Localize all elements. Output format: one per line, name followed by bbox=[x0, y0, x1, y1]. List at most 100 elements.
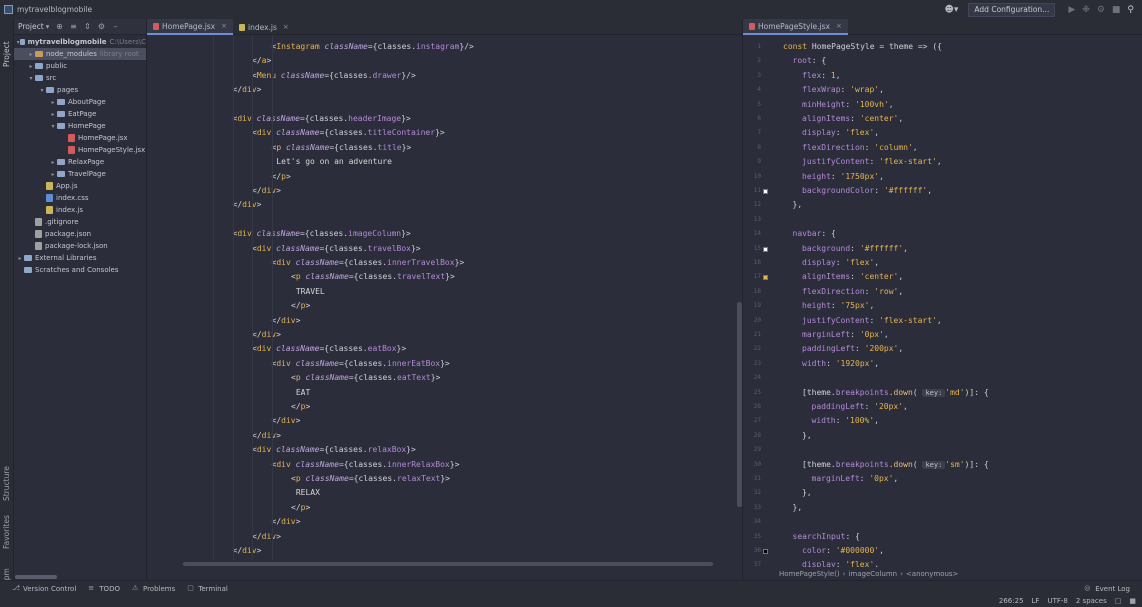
code-line[interactable]: </p> bbox=[291, 501, 310, 515]
code-line[interactable]: <div className={classes.innerRelaxBox}> bbox=[272, 458, 460, 472]
tree-item[interactable]: ▸ External Libraries bbox=[14, 252, 146, 264]
tree-item[interactable]: ▸ AboutPage bbox=[14, 96, 146, 108]
code-line[interactable]: height: '75px', bbox=[802, 299, 874, 313]
project-view-selector[interactable]: Project bbox=[18, 22, 44, 31]
problems-tab[interactable]: ⚠ Problems bbox=[132, 585, 175, 593]
code-line[interactable]: RELAX bbox=[291, 486, 320, 500]
editor-tab[interactable]: HomePage.jsx × bbox=[147, 19, 233, 35]
tree-item[interactable]: ▾ HomePage bbox=[14, 120, 146, 132]
code-line[interactable]: </a> bbox=[252, 54, 271, 68]
close-icon[interactable]: × bbox=[836, 22, 842, 30]
add-configuration-button[interactable]: Add Configuration... bbox=[968, 2, 1056, 17]
code-line[interactable]: <p className={classes.relaxText}> bbox=[291, 472, 450, 486]
tree-item[interactable]: index.css bbox=[14, 192, 146, 204]
hide-icon[interactable]: – bbox=[111, 22, 119, 31]
code-line[interactable]: </div> bbox=[252, 328, 281, 342]
code-line[interactable]: width: '100%', bbox=[812, 414, 879, 428]
coverage-icon[interactable]: ⚙ bbox=[1097, 5, 1105, 15]
code-line[interactable]: </div> bbox=[272, 515, 301, 529]
code-line[interactable]: paddingLeft: '200px', bbox=[802, 342, 903, 356]
code-line[interactable]: </div> bbox=[272, 314, 301, 328]
code-line[interactable]: flexDirection: 'column', bbox=[802, 141, 918, 155]
code-line[interactable]: alignItems: 'center', bbox=[802, 270, 903, 284]
code-line[interactable]: </div> bbox=[233, 198, 262, 212]
tree-item[interactable]: ▸ public bbox=[14, 60, 146, 72]
code-line[interactable]: <div className={classes.eatBox}> bbox=[252, 342, 406, 356]
code-line[interactable]: Let's go on an adventure bbox=[272, 155, 392, 169]
code-line[interactable]: }, bbox=[802, 429, 812, 443]
todo-tab[interactable]: ≡ TODO bbox=[88, 585, 120, 593]
memory-icon[interactable]: ■ bbox=[1129, 597, 1136, 605]
code-line[interactable]: <div className={classes.titleContainer}> bbox=[252, 126, 445, 140]
code-line[interactable]: </p> bbox=[291, 400, 310, 414]
code-line[interactable]: <div className={classes.innerTravelBox}> bbox=[272, 256, 465, 270]
breadcrumb-item[interactable]: HomePageStyle() bbox=[779, 570, 840, 578]
code-line[interactable]: </div> bbox=[233, 544, 262, 558]
code-line[interactable]: display: 'flex', bbox=[802, 256, 879, 270]
editor-tab[interactable]: index.js × bbox=[233, 19, 295, 35]
tree-item[interactable]: App.js bbox=[14, 180, 146, 192]
code-line[interactable]: minHeight: '100vh', bbox=[802, 98, 894, 112]
expand-arrow-icon[interactable]: ▸ bbox=[27, 63, 35, 70]
run-icon[interactable]: ▶ bbox=[1068, 5, 1075, 15]
code-line[interactable]: <p className={classes.travelText}> bbox=[291, 270, 455, 284]
tree-item[interactable]: Scratches and Consoles bbox=[14, 264, 146, 276]
left-editor-hscrollbar[interactable] bbox=[183, 562, 713, 566]
structure-tool-tab[interactable]: Structure bbox=[2, 466, 11, 501]
breadcrumb-item[interactable]: <anonymous> bbox=[906, 570, 959, 578]
code-line[interactable]: searchInput: { bbox=[793, 530, 860, 544]
code-line[interactable]: </p> bbox=[272, 170, 291, 184]
favorites-tool-tab[interactable]: Favorites bbox=[2, 515, 11, 549]
expand-icon[interactable]: ⇕ bbox=[83, 22, 91, 31]
code-line[interactable]: <Instagram className={classes.instagram}… bbox=[272, 40, 474, 54]
code-line[interactable]: background: '#ffffff', bbox=[802, 242, 908, 256]
tree-item[interactable]: ▸ EatPage bbox=[14, 108, 146, 120]
code-line[interactable]: <p className={classes.eatText}> bbox=[291, 371, 440, 385]
tree-item[interactable]: ▾ pages bbox=[14, 84, 146, 96]
tree-item[interactable]: ▸ TravelPage bbox=[14, 168, 146, 180]
code-area-left[interactable]: <Instagram className={classes.instagram}… bbox=[147, 35, 742, 580]
code-line[interactable]: EAT bbox=[291, 386, 310, 400]
code-line[interactable]: flexWrap: 'wrap', bbox=[802, 83, 884, 97]
expand-arrow-icon[interactable]: ▸ bbox=[27, 51, 35, 58]
code-line[interactable]: }, bbox=[793, 198, 803, 212]
expand-arrow-icon[interactable]: ▾ bbox=[27, 75, 35, 82]
code-area-right[interactable]: 1 const HomePageStyle = theme => ({2 root:… bbox=[743, 35, 1142, 580]
code-line[interactable]: navbar: { bbox=[793, 227, 836, 241]
expand-arrow-icon[interactable]: ▸ bbox=[49, 99, 57, 106]
caret-position[interactable]: 266:25 bbox=[999, 597, 1024, 605]
tree-item[interactable]: package.json bbox=[14, 228, 146, 240]
expand-arrow-icon[interactable]: ▸ bbox=[16, 255, 24, 262]
version-control-tab[interactable]: ⎇ Version Control bbox=[12, 585, 76, 593]
code-line[interactable]: const HomePageStyle = theme => ({ bbox=[783, 40, 942, 54]
close-icon[interactable]: × bbox=[283, 23, 289, 31]
locate-icon[interactable]: ⊕ bbox=[55, 22, 63, 31]
code-line[interactable]: }, bbox=[793, 501, 803, 515]
tree-item[interactable]: index.js bbox=[14, 204, 146, 216]
code-line[interactable]: height: '1750px', bbox=[802, 170, 884, 184]
code-line[interactable]: <p className={classes.title}> bbox=[272, 141, 412, 155]
close-icon[interactable]: × bbox=[221, 22, 227, 30]
code-line[interactable]: </p> bbox=[291, 299, 310, 313]
event-log-tab[interactable]: ◎ Event Log bbox=[1084, 585, 1130, 593]
code-line[interactable]: color: '#000000', bbox=[802, 544, 884, 558]
tree-item[interactable]: HomePageStyle.jsx bbox=[14, 144, 146, 156]
expand-arrow-icon[interactable]: ▾ bbox=[38, 87, 46, 94]
code-line[interactable]: flex: 1, bbox=[802, 69, 841, 83]
code-line[interactable]: alignItems: 'center', bbox=[802, 112, 903, 126]
code-line[interactable]: }, bbox=[802, 486, 812, 500]
expand-arrow-icon[interactable]: ▸ bbox=[49, 171, 57, 178]
code-line[interactable]: root: { bbox=[793, 54, 827, 68]
collapse-icon[interactable]: ≡ bbox=[69, 22, 77, 31]
code-line[interactable]: </div> bbox=[272, 414, 301, 428]
user-icon[interactable]: ☻▾ bbox=[945, 5, 959, 15]
code-line[interactable]: </div> bbox=[252, 530, 281, 544]
code-line[interactable]: backgroundColor: '#ffffff', bbox=[802, 184, 932, 198]
tree-item[interactable]: ▸ RelaxPage bbox=[14, 156, 146, 168]
code-line[interactable]: <div className={classes.travelBox}> bbox=[252, 242, 421, 256]
code-line[interactable]: </div> bbox=[252, 429, 281, 443]
tree-horizontal-scrollbar[interactable] bbox=[15, 575, 57, 579]
tree-item[interactable]: HomePage.jsx bbox=[14, 132, 146, 144]
code-line[interactable]: width: '1920px', bbox=[802, 357, 879, 371]
code-line[interactable]: display: 'flex', bbox=[802, 126, 879, 140]
